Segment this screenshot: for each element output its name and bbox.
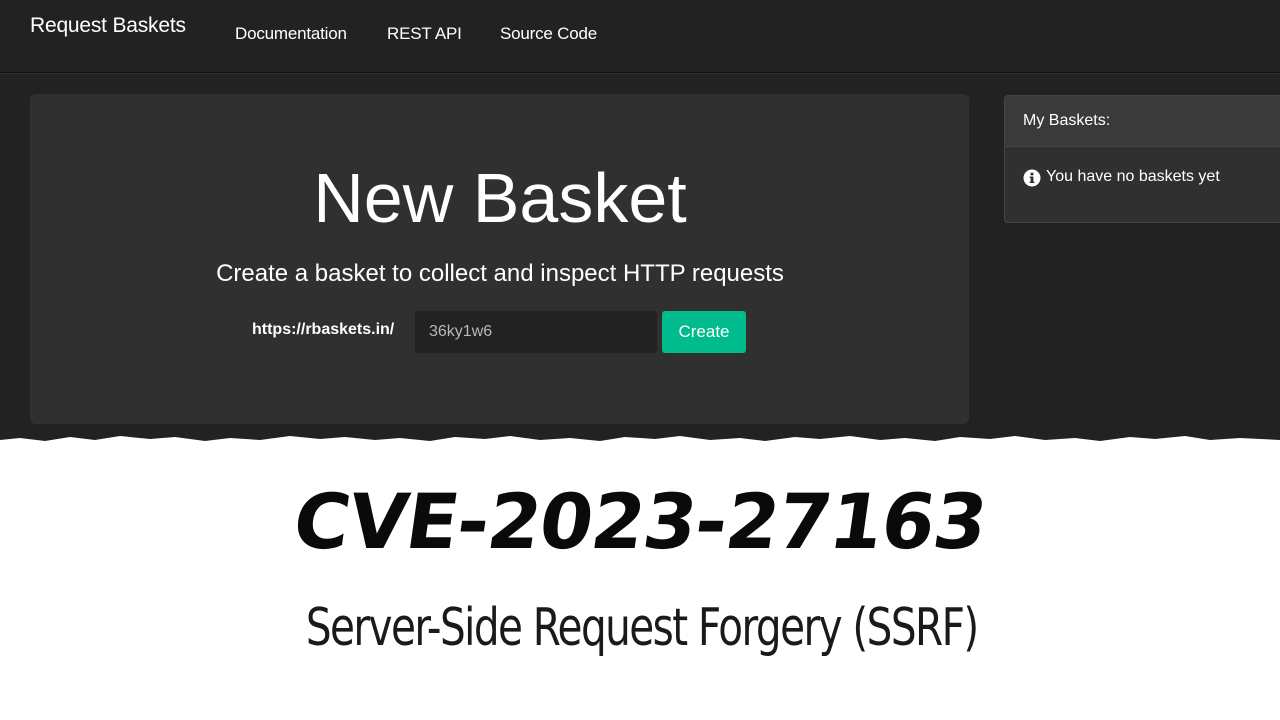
empty-baskets-message: You have no baskets yet (1046, 168, 1220, 185)
nav-documentation[interactable]: Documentation (235, 24, 347, 44)
navbar: Request Baskets Documentation REST API S… (0, 0, 1280, 73)
info-circle-icon (1023, 169, 1041, 187)
brand-link[interactable]: Request Baskets (30, 14, 186, 38)
cve-title: CVE-2023-27163 (288, 477, 993, 566)
panel-title: My Baskets: (1023, 112, 1111, 129)
page-title: New Basket (313, 159, 687, 237)
panel-heading: My Baskets: (1005, 96, 1280, 147)
page-subtitle: Create a basket to collect and inspect H… (216, 260, 784, 287)
cve-subtitle: Server-Side Request Forgery (SSRF) (305, 598, 979, 658)
app-screenshot: Request Baskets Documentation REST API S… (0, 0, 1280, 450)
nav-source-code[interactable]: Source Code (500, 24, 597, 44)
torn-paper-edge (0, 436, 1280, 458)
nav-rest-api[interactable]: REST API (387, 24, 462, 44)
my-baskets-panel: My Baskets: You have no baskets yet (1004, 95, 1280, 223)
create-button[interactable]: Create (662, 311, 746, 353)
basket-url-prefix: https://rbaskets.in/ (252, 321, 395, 338)
basket-name-input[interactable] (415, 311, 657, 353)
